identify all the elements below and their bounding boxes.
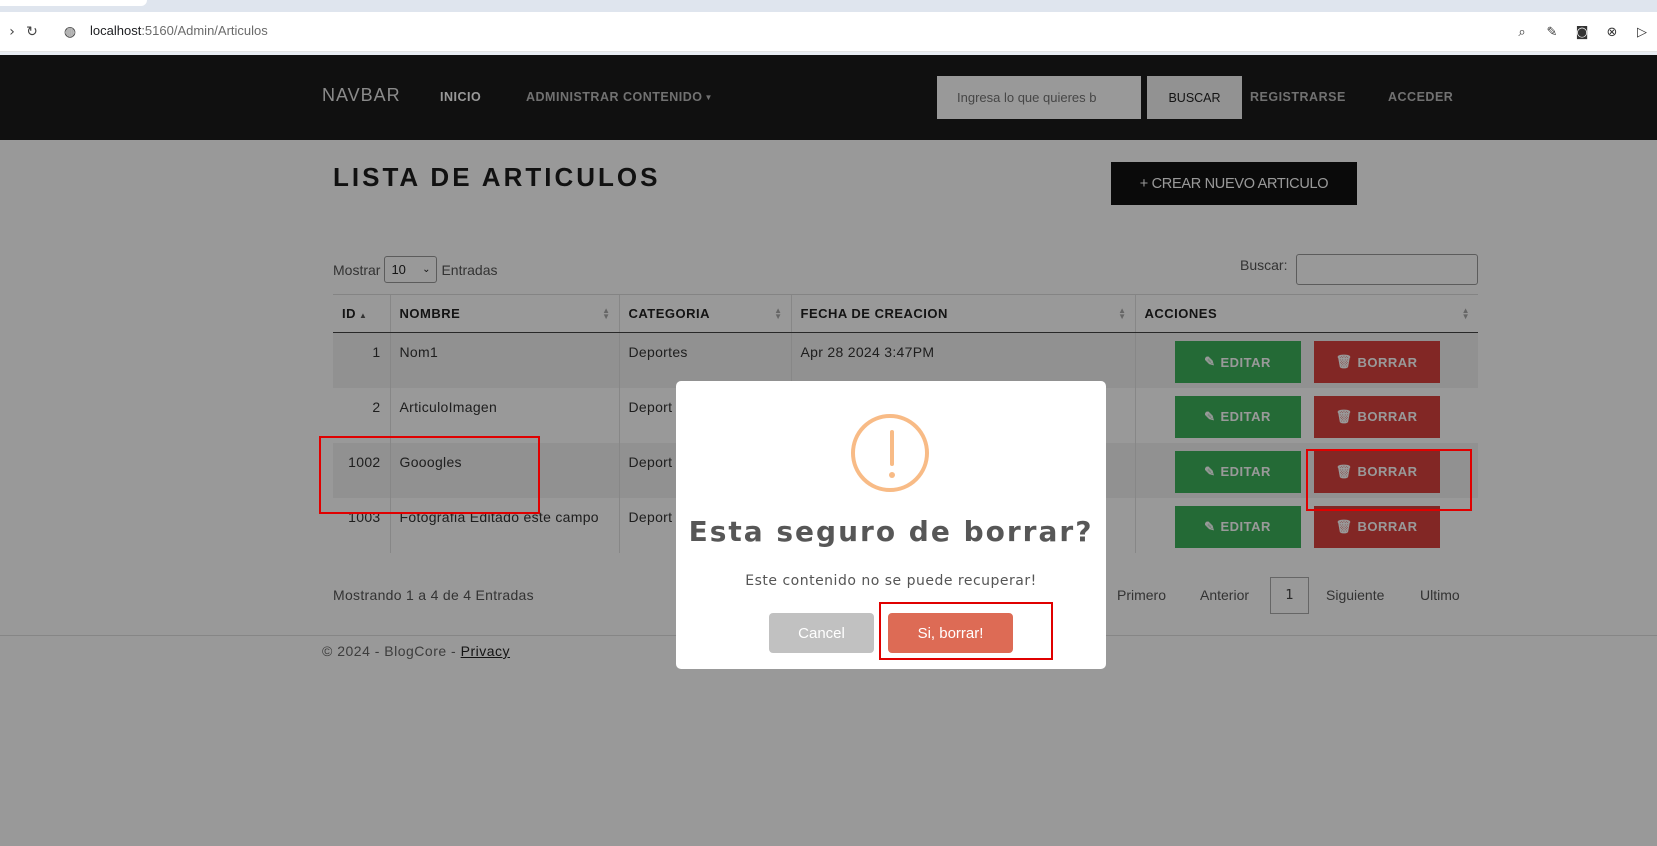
- address-bar: › ↻ ◍ localhost:5160/Admin/Articulos ⌕ ✎…: [0, 12, 1657, 52]
- edit-page-icon[interactable]: ✎: [1543, 23, 1561, 41]
- zoom-icon[interactable]: ⌕: [1513, 23, 1531, 41]
- highlight-box-row: [319, 436, 540, 514]
- dialog-title: Esta seguro de borrar?: [688, 515, 1094, 548]
- dialog-text: Este contenido no se puede recuperar!: [745, 573, 1037, 589]
- highlight-box-delete: [1306, 449, 1472, 511]
- url-host: localhost: [90, 23, 142, 38]
- warning-icon-dot: [889, 472, 895, 478]
- back-icon[interactable]: ›: [4, 24, 20, 40]
- browser-actions: ⌕ ✎ ◙ ⊗ ▷: [1513, 23, 1651, 41]
- highlight-box-confirm: [879, 602, 1053, 660]
- cancel-button[interactable]: Cancel: [769, 613, 874, 653]
- camera-icon[interactable]: ◙: [1573, 23, 1591, 41]
- send-icon[interactable]: ▷: [1633, 23, 1651, 41]
- browser-tab-strip: [0, 0, 1657, 12]
- url-path: :5160/Admin/Articulos: [141, 23, 268, 38]
- shield-icon[interactable]: ⊗: [1603, 23, 1621, 41]
- browser-tab[interactable]: [0, 0, 147, 6]
- warning-icon: [851, 414, 929, 492]
- url-field[interactable]: localhost:5160/Admin/Articulos: [90, 23, 268, 38]
- reload-icon[interactable]: ↻: [24, 24, 40, 40]
- globe-icon[interactable]: ◍: [62, 24, 78, 40]
- warning-icon-bar: [890, 430, 894, 466]
